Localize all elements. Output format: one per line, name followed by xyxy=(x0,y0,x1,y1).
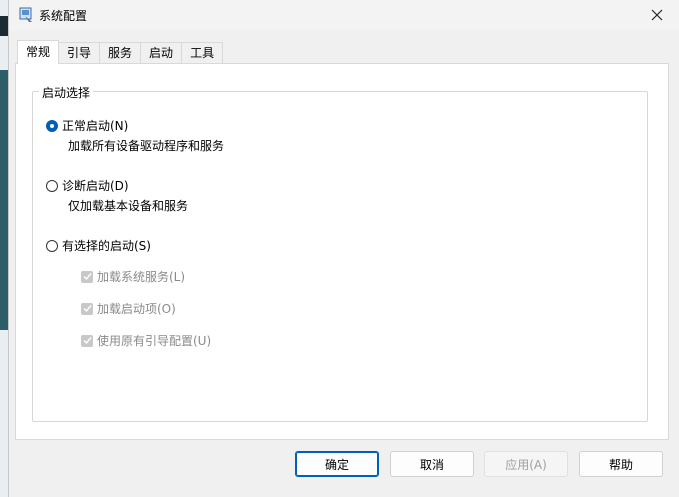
general-tab-panel: 启动选择 正常启动(N) 加载所有设备驱动程序和服务 诊断启动(D) 仅加载基本… xyxy=(15,63,669,440)
group-label: 启动选择 xyxy=(39,84,94,101)
radio-selected-icon xyxy=(46,119,58,132)
help-button[interactable]: 帮助 xyxy=(579,451,663,477)
radio-unselected-icon xyxy=(46,239,58,252)
cancel-button[interactable]: 取消 xyxy=(390,451,474,477)
tab-tools[interactable]: 工具 xyxy=(181,42,224,64)
title-bar[interactable]: 系统配置 xyxy=(9,0,679,30)
apply-button[interactable]: 应用(A) xyxy=(484,451,568,477)
normal-startup-radio[interactable]: 正常启动(N) xyxy=(46,117,128,134)
diagnostic-startup-description: 仅加载基本设备和服务 xyxy=(68,199,189,213)
load-startup-items-label: 加载启动项(O) xyxy=(97,302,176,316)
background-window-content xyxy=(0,70,8,330)
close-icon xyxy=(651,9,663,21)
close-button[interactable] xyxy=(634,0,679,30)
tab-services[interactable]: 服务 xyxy=(99,42,142,64)
use-original-boot-config-label: 使用原有引导配置(U) xyxy=(97,334,212,348)
startup-selection-group: 启动选择 正常启动(N) 加载所有设备驱动程序和服务 诊断启动(D) 仅加载基本… xyxy=(32,84,648,422)
tab-boot[interactable]: 引导 xyxy=(58,42,101,64)
background-window xyxy=(0,0,8,497)
checkbox-checked-icon xyxy=(81,270,93,283)
selective-startup-radio[interactable]: 有选择的启动(S) xyxy=(46,237,151,254)
ok-button[interactable]: 确定 xyxy=(295,451,379,477)
diagnostic-startup-radio[interactable]: 诊断启动(D) xyxy=(46,177,129,194)
diagnostic-startup-label: 诊断启动(D) xyxy=(62,179,129,193)
tab-general[interactable]: 常规 xyxy=(17,40,60,64)
window-title: 系统配置 xyxy=(39,9,88,23)
checkbox-checked-icon xyxy=(81,334,93,347)
load-startup-items-checkbox[interactable]: 加载启动项(O) xyxy=(81,300,176,317)
load-system-services-checkbox[interactable]: 加载系统服务(L) xyxy=(81,268,185,285)
radio-unselected-icon xyxy=(46,179,58,192)
load-system-services-label: 加载系统服务(L) xyxy=(97,270,186,284)
msconfig-app-icon xyxy=(19,7,32,22)
tab-startup[interactable]: 启动 xyxy=(140,42,183,64)
checkbox-checked-icon xyxy=(81,302,93,315)
system-configuration-dialog: 系统配置 常规 引导 服务 启动 工具 启动选择 正常启动(N) 加载所有设备驱… xyxy=(8,0,679,497)
normal-startup-description: 加载所有设备驱动程序和服务 xyxy=(68,139,225,153)
tab-strip: 常规 引导 服务 启动 工具 xyxy=(17,40,224,64)
selective-startup-label: 有选择的启动(S) xyxy=(62,239,151,253)
normal-startup-label: 正常启动(N) xyxy=(62,119,129,133)
use-original-boot-config-checkbox[interactable]: 使用原有引导配置(U) xyxy=(81,332,211,349)
background-window-titlebar xyxy=(0,16,8,36)
